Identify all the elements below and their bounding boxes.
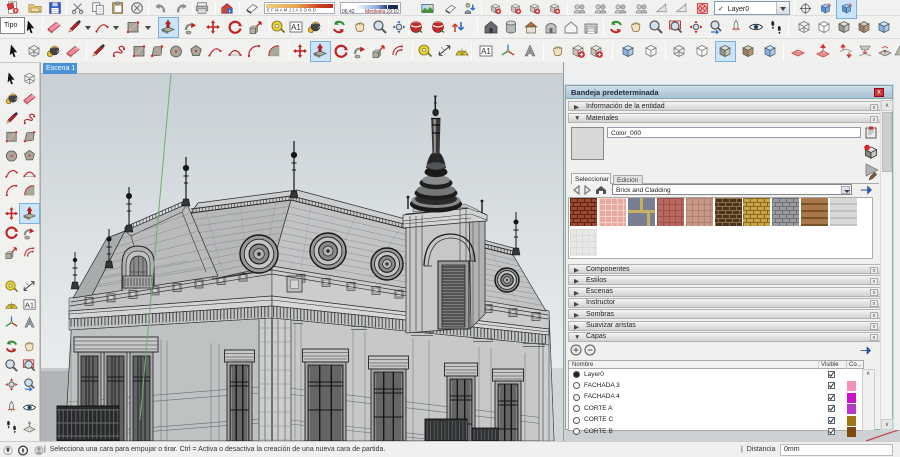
svg-text:A1: A1: [24, 300, 33, 309]
svg-text:A1: A1: [291, 23, 301, 32]
svg-text:A1: A1: [481, 47, 491, 56]
